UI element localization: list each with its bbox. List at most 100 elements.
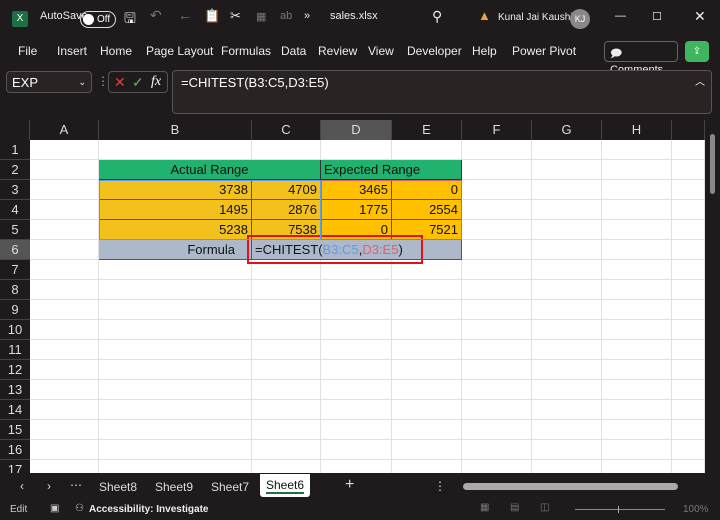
column-header-f[interactable]: F	[462, 120, 532, 140]
cell	[602, 340, 672, 360]
zoom-slider[interactable]	[575, 506, 665, 513]
tab-home[interactable]: Home	[100, 44, 132, 58]
cell	[392, 280, 462, 300]
tab-view[interactable]: View	[368, 44, 394, 58]
accessibility-icon[interactable]: ⚇	[75, 503, 84, 514]
column-header-g[interactable]: G	[532, 120, 602, 140]
tab-options-icon[interactable]: ⋮	[434, 479, 446, 493]
file-name[interactable]: sales.xlsx	[330, 10, 378, 22]
prev-sheet-icon[interactable]: ‹	[20, 479, 24, 493]
tab-sheet7[interactable]: Sheet7	[211, 480, 249, 494]
row-header-13[interactable]: 13	[0, 380, 30, 400]
page-layout-view-icon[interactable]: ▤	[510, 502, 519, 513]
column-header-c[interactable]: C	[252, 120, 321, 140]
cell	[252, 340, 321, 360]
row-header-5[interactable]: 5	[0, 220, 30, 240]
formula-input[interactable]: =CHITEST(B3:C5,D3:E5) ︿	[172, 70, 712, 114]
cell	[672, 240, 705, 260]
tab-sheet8[interactable]: Sheet8	[99, 480, 137, 494]
tab-data[interactable]: Data	[281, 44, 306, 58]
close-icon[interactable]: ✕	[694, 8, 706, 25]
more-commands-icon[interactable]: »	[304, 10, 310, 22]
cell	[392, 140, 462, 160]
add-sheet-icon[interactable]: +	[345, 476, 354, 494]
column-header-e[interactable]: E	[392, 120, 462, 140]
comments-button[interactable]: 🗩 Comments	[604, 41, 678, 76]
row-header-11[interactable]: 11	[0, 340, 30, 360]
cell	[252, 320, 321, 340]
chart-icon[interactable]: ▦	[256, 10, 266, 23]
cell	[462, 340, 532, 360]
tab-sheet6-active[interactable]: Sheet6	[260, 474, 310, 497]
save-icon[interactable]: 🖫	[124, 8, 136, 32]
maximize-icon[interactable]: ☐	[652, 10, 662, 23]
zoom-level[interactable]: 100%	[683, 504, 709, 515]
enter-icon[interactable]: ✓	[132, 74, 144, 91]
insert-function-icon[interactable]: fx	[151, 74, 161, 90]
row-header-2[interactable]: 2	[0, 160, 30, 180]
formula-text: =CHITEST(B3:C5,D3:E5)	[181, 75, 329, 90]
chevron-down-icon[interactable]: ⌄	[78, 77, 86, 88]
tab-insert[interactable]: Insert	[57, 44, 87, 58]
cell	[252, 460, 321, 473]
cut-icon[interactable]: ✂	[230, 8, 241, 24]
macro-icon[interactable]: ▣	[50, 503, 59, 514]
spreadsheet-grid[interactable]: A B C D E F G H 1 2 3 4 5 6 7 8 9 10 11 12 13 14 15 16 17 Actual …	[0, 120, 705, 473]
row-header-1[interactable]: 1	[0, 140, 30, 160]
undo-icon[interactable]: ↶	[150, 7, 162, 24]
horizontal-scrollbar[interactable]	[463, 483, 678, 490]
tab-developer[interactable]: Developer	[407, 44, 462, 58]
row-header-17[interactable]: 17	[0, 460, 30, 473]
row-header-14[interactable]: 14	[0, 400, 30, 420]
row-header-6[interactable]: 6	[0, 240, 30, 260]
row-header-15[interactable]: 15	[0, 420, 30, 440]
sheet-tabs-bar: ‹ › ⋯ Sheet8 Sheet9 Sheet7 Sheet6 + ⋮	[0, 474, 720, 498]
search-icon[interactable]: ⚲	[432, 8, 442, 25]
share-icon[interactable]: ⇪	[685, 41, 709, 62]
tab-page-layout[interactable]: Page Layout	[146, 44, 213, 58]
select-all-corner[interactable]	[0, 120, 30, 140]
row-header-9[interactable]: 9	[0, 300, 30, 320]
row-header-10[interactable]: 10	[0, 320, 30, 340]
cell	[532, 300, 602, 320]
vertical-scrollbar[interactable]	[705, 120, 720, 473]
tab-power-pivot[interactable]: Power Pivot	[512, 44, 576, 58]
next-sheet-icon[interactable]: ›	[47, 479, 51, 493]
column-header-b[interactable]: B	[99, 120, 252, 140]
column-header-d[interactable]: D	[321, 120, 392, 140]
back-arrow-icon[interactable]: ←	[178, 7, 192, 23]
name-box[interactable]: EXP ⌄	[6, 71, 92, 93]
cell	[252, 380, 321, 400]
tab-review[interactable]: Review	[318, 44, 357, 58]
cell	[462, 140, 532, 160]
tab-sheet9[interactable]: Sheet9	[155, 480, 193, 494]
avatar[interactable]: KJ	[570, 9, 590, 29]
cell	[532, 140, 602, 160]
normal-view-icon[interactable]: ▦	[480, 502, 489, 513]
row-header-4[interactable]: 4	[0, 200, 30, 220]
cell	[462, 180, 532, 200]
row-header-12[interactable]: 12	[0, 360, 30, 380]
tab-file[interactable]: File	[18, 44, 37, 58]
cell	[462, 240, 532, 260]
column-header-partial[interactable]	[672, 120, 705, 140]
column-header-a[interactable]: A	[30, 120, 99, 140]
row-header-7[interactable]: 7	[0, 260, 30, 280]
tab-help[interactable]: Help	[472, 44, 497, 58]
tab-formulas[interactable]: Formulas	[221, 44, 271, 58]
minimize-icon[interactable]: —	[615, 10, 626, 22]
row-header-8[interactable]: 8	[0, 280, 30, 300]
cancel-icon[interactable]: ✕	[114, 74, 126, 91]
autosave-toggle[interactable]: Off	[80, 11, 116, 28]
more-sheets-icon[interactable]: ⋯	[70, 478, 82, 492]
spelling-icon[interactable]: ab	[280, 10, 292, 22]
column-header-h[interactable]: H	[602, 120, 672, 140]
accessibility-status[interactable]: Accessibility: Investigate	[89, 504, 209, 515]
row-header-3[interactable]: 3	[0, 180, 30, 200]
row-header-16[interactable]: 16	[0, 440, 30, 460]
collapse-icon[interactable]: ︿	[695, 73, 705, 88]
page-break-view-icon[interactable]: ◫	[540, 502, 549, 513]
cell	[462, 200, 532, 220]
paste-icon[interactable]: 📋	[204, 8, 220, 24]
cell	[532, 440, 602, 460]
